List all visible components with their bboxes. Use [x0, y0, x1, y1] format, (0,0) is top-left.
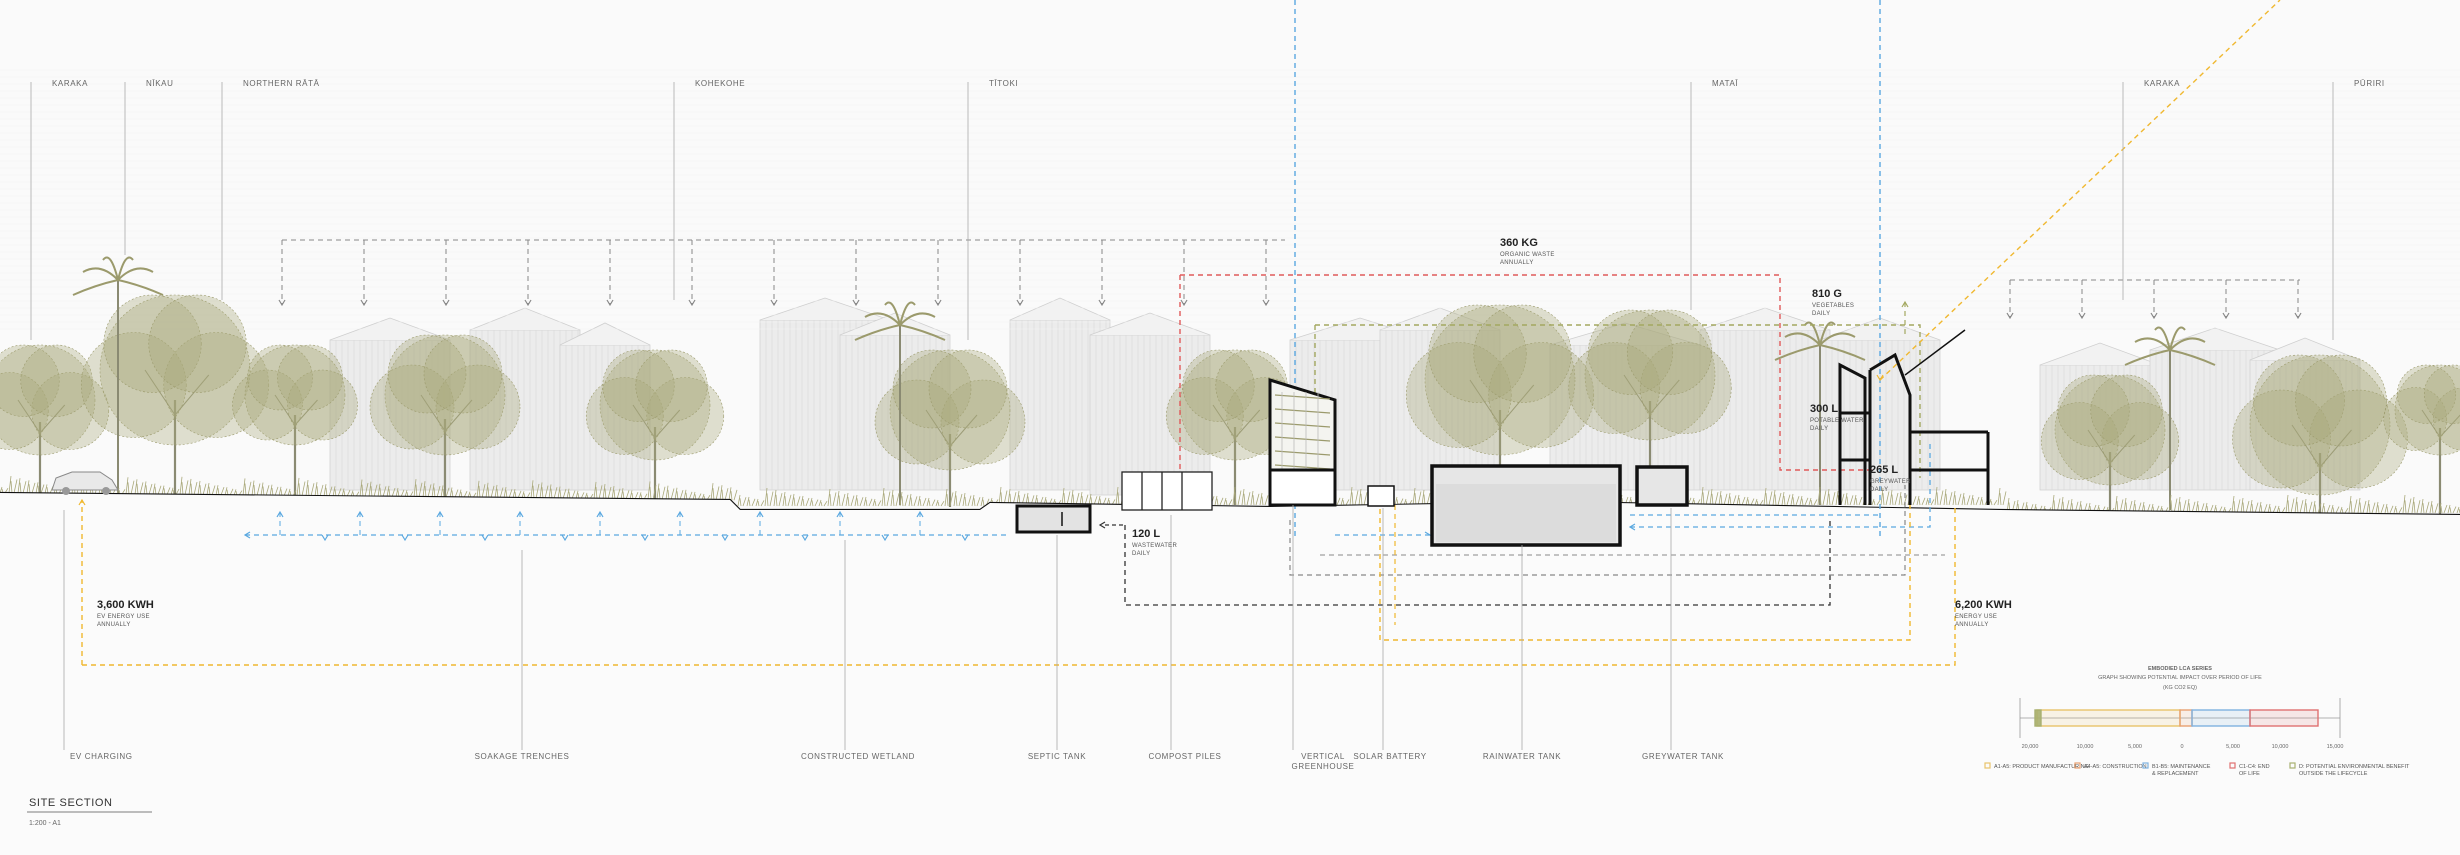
component-label: SOAKAGE TRENCHES — [475, 752, 570, 761]
vertical-greenhouse — [1268, 377, 1337, 507]
lca-tick-label: 15,000 — [2327, 744, 2344, 750]
component-label: EV CHARGING — [70, 752, 133, 761]
quantity-subject: GREYWATER — [1870, 479, 1911, 485]
quantity-frequency: ANNUALLY — [97, 622, 131, 628]
lca-legend-label: A4-A5: CONSTRUCTION — [2084, 764, 2147, 770]
component-label: SEPTIC TANK — [1028, 752, 1086, 761]
septic-tank — [1015, 504, 1092, 534]
page-title: SITE SECTION — [29, 797, 113, 809]
lca-tick-label: 10,000 — [2077, 744, 2094, 750]
lca-bar — [2249, 709, 2319, 727]
lca-bar — [2036, 709, 2181, 727]
quantity-value: 120 L — [1132, 528, 1160, 540]
quantity-frequency: DAILY — [1812, 311, 1830, 317]
species-label: NĪKAU — [146, 79, 173, 88]
quantity-subject: VEGETABLES — [1812, 303, 1854, 309]
ground-line — [0, 491, 2460, 855]
quantity-frequency: DAILY — [1132, 551, 1150, 557]
tree — [2383, 364, 2460, 514]
lca-title: EMBODIED LCA SERIES — [2148, 666, 2212, 672]
quantity-subject: POTABLE WATER — [1810, 418, 1864, 424]
species-label: PŪRIRI — [2354, 79, 2385, 88]
quantity-value: 3,600 KWH — [97, 599, 154, 611]
quantity-subject: ENERGY USE — [1955, 614, 1997, 620]
lca-bar — [2179, 709, 2193, 727]
lca-tick-label: 20,000 — [2022, 744, 2039, 750]
scale-label: 1:200 - A1 — [29, 820, 61, 827]
solar-battery — [1367, 485, 1395, 507]
quantity-value: 810 G — [1812, 288, 1842, 300]
flow-arrow — [2222, 312, 2230, 320]
flow-arrow — [2150, 312, 2158, 320]
quantity-value: 6,200 KWH — [1955, 599, 2012, 611]
quantity-subject: ORGANIC WASTE — [1500, 252, 1555, 258]
species-label: MATAĪ — [1712, 79, 1738, 88]
species-labels: KARAKA NĪKAU NORTHERN RĀTĀ KOHEKOHE TĪTOKI MA… — [52, 79, 2385, 88]
flow-arrow — [2078, 312, 2086, 320]
quantity-frequency: ANNUALLY — [1500, 260, 1534, 266]
species-label: TĪTOKI — [989, 79, 1018, 88]
flow-arrow — [2006, 312, 2014, 320]
species-label: KARAKA — [2144, 79, 2180, 88]
site-section-drawing: KARAKA NĪKAU NORTHERN RĀTĀ KOHEKOHE TĪTOKI MA… — [0, 0, 2460, 855]
lca-tick-label: 5,000 — [2226, 744, 2240, 750]
compost-piles — [1121, 471, 1213, 511]
quantity-value: 360 KG — [1500, 237, 1538, 249]
quantity-label: 360 KG ORGANIC WASTE ANNUALLY — [1500, 237, 1555, 266]
species-label: KOHEKOHE — [695, 79, 745, 88]
component-label: GREYWATER TANK — [1642, 752, 1724, 761]
component-label: RAINWATER TANK — [1483, 752, 1561, 761]
electric-car — [51, 471, 119, 495]
component-label: COMPOST PILES — [1148, 752, 1221, 761]
lca-tick-label: 0 — [2180, 744, 2183, 750]
lca-bar — [2034, 709, 2042, 727]
quantity-frequency: DAILY — [1810, 426, 1828, 432]
quantity-subject: EV ENERGY USE — [97, 614, 150, 620]
lca-legend-item: A1-A5: PRODUCT MANUFACTURING — [1984, 762, 2089, 770]
component-label: CONSTRUCTED WETLAND — [801, 752, 915, 761]
greywater-tank — [1635, 465, 1689, 507]
lca-subtitle: GRAPH SHOWING POTENTIAL IMPACT OVER PERI… — [2098, 675, 2262, 681]
lca-bar — [2191, 709, 2251, 727]
quantity-frequency: ANNUALLY — [1955, 622, 1989, 628]
flow-arrow — [2294, 312, 2302, 320]
quantity-subject: WASTEWATER — [1132, 543, 1177, 549]
quantity-value: 265 L — [1870, 464, 1898, 476]
lca-tick-label: 5,000 — [2128, 744, 2142, 750]
lca-unit: (KG CO2 EQ) — [2163, 685, 2197, 691]
lca-legend-item: A4-A5: CONSTRUCTION — [2074, 762, 2147, 770]
quantity-frequency: DAILY — [1870, 487, 1888, 493]
quantity-label: 810 G VEGETABLES DAILY — [1812, 288, 1854, 317]
component-label: SOLAR BATTERY — [1353, 752, 1426, 761]
solar-ray — [1879, 0, 2281, 381]
species-label: NORTHERN RĀTĀ — [243, 79, 320, 88]
species-label: KARAKA — [52, 79, 88, 88]
quantity-value: 300 L — [1810, 403, 1838, 415]
lca-tick-label: 10,000 — [2272, 744, 2289, 750]
